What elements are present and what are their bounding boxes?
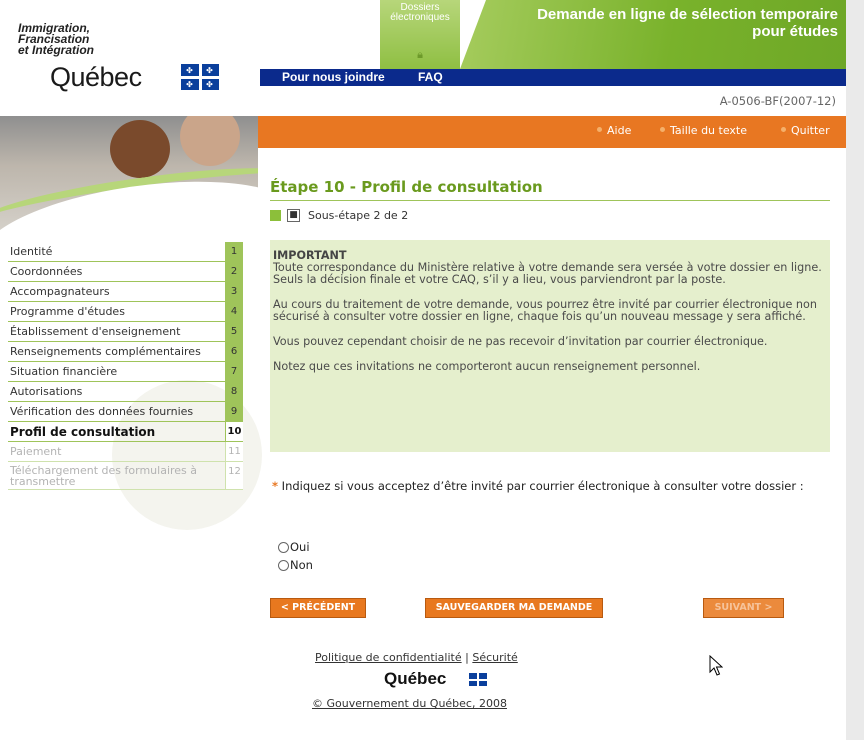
sidebar-item-number: 5 bbox=[225, 322, 243, 341]
sidebar-item-number: 1 bbox=[225, 242, 243, 261]
copyright-link[interactable]: © Gouvernement du Québec, 2008 bbox=[312, 697, 507, 710]
sidebar-item-label: Profil de consultation bbox=[10, 424, 156, 439]
sidebar-item-label: Accompagnateurs bbox=[10, 285, 110, 298]
sidebar-item-label: Identité bbox=[10, 245, 53, 258]
notice-paragraph: Notez que ces invitations ne comporteron… bbox=[273, 360, 701, 373]
dossiers-label-line2: électroniques bbox=[390, 12, 450, 23]
ministry-name-line3: et Intégration bbox=[18, 43, 95, 57]
quebec-wordmark: Québec bbox=[50, 62, 142, 92]
sidebar-item-number: 4 bbox=[225, 302, 243, 321]
application-title-line2: pour études bbox=[752, 23, 838, 40]
sidebar-item-telechargement: Téléchargement des formulaires à transme… bbox=[8, 462, 243, 490]
header-photo bbox=[0, 116, 258, 240]
radio-oui[interactable] bbox=[278, 541, 289, 553]
quit-link-label: Quitter bbox=[791, 124, 830, 137]
page: Immigration, Francisation et Intégration… bbox=[0, 0, 846, 740]
sidebar-item-label: Paiement bbox=[10, 445, 62, 458]
sidebar-item-label: Téléchargement des formulaires à transme… bbox=[10, 464, 198, 487]
text-size-link[interactable]: Taille du texte bbox=[660, 124, 747, 137]
sidebar-item-identite[interactable]: Identité 1 bbox=[8, 242, 243, 262]
sidebar-item-label: Programme d'études bbox=[10, 305, 125, 318]
quebec-flag-icon: ✤ ✤ ✤ ✤ bbox=[181, 64, 219, 90]
sidebar-item-number: 10 bbox=[225, 422, 243, 441]
sidebar-item-label: Situation financière bbox=[10, 365, 118, 378]
sidebar-item-number: 11 bbox=[225, 442, 243, 461]
dossiers-electroniques-badge: Dossiers électroniques 🔒︎ bbox=[380, 0, 460, 69]
sidebar-item-label: Renseignements complémentaires bbox=[10, 345, 201, 358]
bullet-icon bbox=[597, 127, 602, 132]
footer-quebec-logo: Québec bbox=[384, 669, 447, 688]
radio-non[interactable] bbox=[278, 559, 289, 571]
sidebar-item-number: 2 bbox=[225, 262, 243, 281]
option-oui-label: Oui bbox=[290, 540, 310, 554]
sidebar-item-label: Vérification des données fournies bbox=[10, 405, 194, 418]
nav-contact-link[interactable]: Pour nous joindre bbox=[282, 70, 385, 84]
footer-separator: | bbox=[465, 651, 469, 664]
lock-icon: 🔒︎ bbox=[417, 48, 423, 61]
sidebar-item-number: 12 bbox=[225, 462, 243, 489]
substep-current-icon: ■ bbox=[287, 209, 300, 222]
previous-button[interactable]: < PRÉCÉDENT bbox=[270, 598, 366, 618]
step-navigation: Identité 1 Coordonnées 2 Accompagnateurs 3 … bbox=[0, 240, 262, 740]
scrollbar[interactable] bbox=[846, 0, 864, 740]
divider bbox=[270, 200, 830, 201]
nav-faq-link[interactable]: FAQ bbox=[418, 70, 443, 84]
mouse-pointer-icon bbox=[709, 655, 723, 676]
sidebar-item-number: 8 bbox=[225, 382, 243, 401]
substep-completed-icon bbox=[270, 210, 281, 221]
step-title: Étape 10 - Profil de consultation bbox=[270, 178, 543, 196]
substep-label: Sous-étape 2 de 2 bbox=[308, 209, 409, 222]
sidebar-item-verification[interactable]: Vérification des données fournies 9 bbox=[8, 402, 243, 422]
application-title-line1: Demande en ligne de sélection temporaire bbox=[537, 6, 838, 23]
notice-paragraph: Seuls la décision finale et votre CAQ, s… bbox=[273, 273, 726, 286]
sidebar-item-programme[interactable]: Programme d'études 4 bbox=[8, 302, 243, 322]
important-notice: IMPORTANT Toute correspondance du Minist… bbox=[270, 240, 830, 452]
top-nav: Pour nous joindre FAQ bbox=[260, 69, 846, 86]
option-oui[interactable]: Oui bbox=[278, 540, 310, 554]
security-link[interactable]: Sécurité bbox=[472, 651, 517, 664]
quit-link[interactable]: Quitter bbox=[781, 124, 830, 137]
notice-paragraph: Vous pouvez cependant choisir de ne pas … bbox=[273, 335, 768, 348]
help-link-label: Aide bbox=[607, 124, 632, 137]
sidebar-item-situation-financiere[interactable]: Situation financière 7 bbox=[8, 362, 243, 382]
application-title: Demande en ligne de sélection temporaire… bbox=[470, 6, 838, 40]
sidebar-item-label: Établissement d'enseignement bbox=[10, 325, 181, 338]
help-link[interactable]: Aide bbox=[597, 124, 631, 137]
footer-links: Politique de confidentialité | Sécurité bbox=[315, 651, 518, 664]
sidebar-item-autorisations[interactable]: Autorisations 8 bbox=[8, 382, 243, 402]
bullet-icon bbox=[660, 127, 665, 132]
question-text: Indiquez si vous acceptez d’être invité … bbox=[281, 479, 804, 493]
sidebar-item-profil-consultation[interactable]: Profil de consultation 10 bbox=[8, 422, 243, 442]
sidebar-item-renseignements[interactable]: Renseignements complémentaires 6 bbox=[8, 342, 243, 362]
sidebar-item-label: Autorisations bbox=[10, 385, 83, 398]
sidebar-item-number: 6 bbox=[225, 342, 243, 361]
text-size-link-label: Taille du texte bbox=[670, 124, 747, 137]
notice-paragraph: Au cours du traitement de votre demande,… bbox=[273, 298, 817, 323]
sidebar-item-accompagnateurs[interactable]: Accompagnateurs 3 bbox=[8, 282, 243, 302]
privacy-link[interactable]: Politique de confidentialité bbox=[315, 651, 462, 664]
footer-flag-icon bbox=[469, 673, 487, 686]
invitation-question: * Indiquez si vous acceptez d’être invit… bbox=[272, 480, 832, 493]
ministry-logo: Immigration, Francisation et Intégration… bbox=[0, 0, 260, 116]
sidebar-item-number: 9 bbox=[225, 402, 243, 421]
bullet-icon bbox=[781, 127, 786, 132]
sidebar-item-label: Coordonnées bbox=[10, 265, 83, 278]
required-asterisk: * bbox=[272, 479, 279, 493]
sidebar-item-paiement: Paiement 11 bbox=[8, 442, 243, 462]
sidebar-item-coordonnees[interactable]: Coordonnées 2 bbox=[8, 262, 243, 282]
option-non[interactable]: Non bbox=[278, 558, 313, 572]
form-code: A-0506-BF(2007-12) bbox=[719, 94, 836, 108]
save-button[interactable]: SAUVEGARDER MA DEMANDE bbox=[425, 598, 603, 618]
sidebar-item-number: 3 bbox=[225, 282, 243, 301]
next-button[interactable]: SUIVANT > bbox=[703, 598, 784, 618]
sidebar-item-number: 7 bbox=[225, 362, 243, 381]
option-non-label: Non bbox=[290, 558, 313, 572]
sidebar-item-etablissement[interactable]: Établissement d'enseignement 5 bbox=[8, 322, 243, 342]
